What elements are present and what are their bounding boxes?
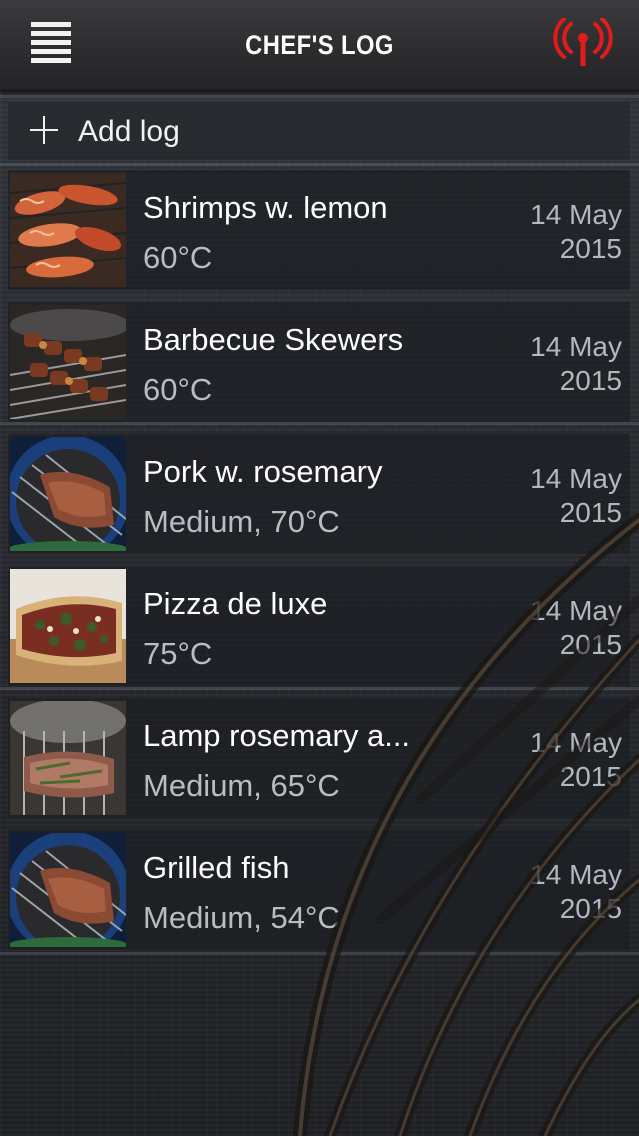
pork-photo <box>10 437 126 551</box>
lamb-photo <box>10 701 126 815</box>
log-date-day: 14 May <box>530 727 622 758</box>
log-list-item[interactable]: Shrimps w. lemon 60°C 14 May 2015 <box>8 170 630 290</box>
shrimps-photo <box>10 173 126 287</box>
log-list-item[interactable]: Pork w. rosemary Medium, 70°C 14 May 201… <box>8 434 630 554</box>
log-date: 14 May 2015 <box>492 330 622 398</box>
log-subtitle: Medium, 65°C <box>143 768 340 803</box>
log-date-year: 2015 <box>559 893 622 924</box>
wireless-signal-icon[interactable] <box>553 17 613 70</box>
log-date-year: 2015 <box>559 365 622 396</box>
log-date-year: 2015 <box>559 497 622 528</box>
page-title: CHEF'S LOG <box>245 30 394 60</box>
log-list: Shrimps w. lemon 60°C 14 May 2015 Barbec… <box>8 170 630 962</box>
log-date: 14 May 2015 <box>492 726 622 794</box>
log-list-item[interactable]: Lamp rosemary a... Medium, 65°C 14 May 2… <box>8 698 630 818</box>
log-date: 14 May 2015 <box>492 198 622 266</box>
log-title: Shrimps w. lemon <box>143 190 388 225</box>
log-list-item[interactable]: Barbecue Skewers 60°C 14 May 2015 <box>8 302 630 422</box>
log-title: Pork w. rosemary <box>143 454 383 489</box>
skewers-photo <box>10 305 126 419</box>
log-date-day: 14 May <box>530 199 622 230</box>
plus-icon <box>30 116 58 144</box>
log-subtitle: Medium, 54°C <box>143 900 340 935</box>
log-title: Barbecue Skewers <box>143 322 404 357</box>
top-navigation-bar: CHEF'S LOG <box>0 0 639 91</box>
log-subtitle: 60°C <box>143 372 213 407</box>
log-list-item[interactable]: Pizza de luxe 75°C 14 May 2015 <box>8 566 630 686</box>
log-list-item[interactable]: Grilled fish Medium, 54°C 14 May 2015 <box>8 830 630 950</box>
log-subtitle: Medium, 70°C <box>143 504 340 539</box>
wood-plank-seam <box>0 95 639 98</box>
fish-photo <box>10 833 126 947</box>
log-subtitle: 75°C <box>143 636 213 671</box>
log-subtitle: 60°C <box>143 240 213 275</box>
log-date: 14 May 2015 <box>492 858 622 926</box>
log-date: 14 May 2015 <box>492 594 622 662</box>
log-date-day: 14 May <box>530 859 622 890</box>
log-date-year: 2015 <box>559 233 622 264</box>
pizza-photo <box>10 569 126 683</box>
log-date-day: 14 May <box>530 331 622 362</box>
log-date: 14 May 2015 <box>492 462 622 530</box>
add-log-label: Add log <box>78 115 180 148</box>
log-title: Pizza de luxe <box>143 586 328 621</box>
log-date-day: 14 May <box>530 463 622 494</box>
log-date-year: 2015 <box>559 629 622 660</box>
log-date-day: 14 May <box>530 595 622 626</box>
log-date-year: 2015 <box>559 761 622 792</box>
wood-plank-seam <box>0 163 639 166</box>
log-title: Grilled fish <box>143 850 290 885</box>
add-log-button[interactable]: Add log <box>8 102 630 160</box>
log-title: Lamp rosemary a... <box>143 718 411 753</box>
